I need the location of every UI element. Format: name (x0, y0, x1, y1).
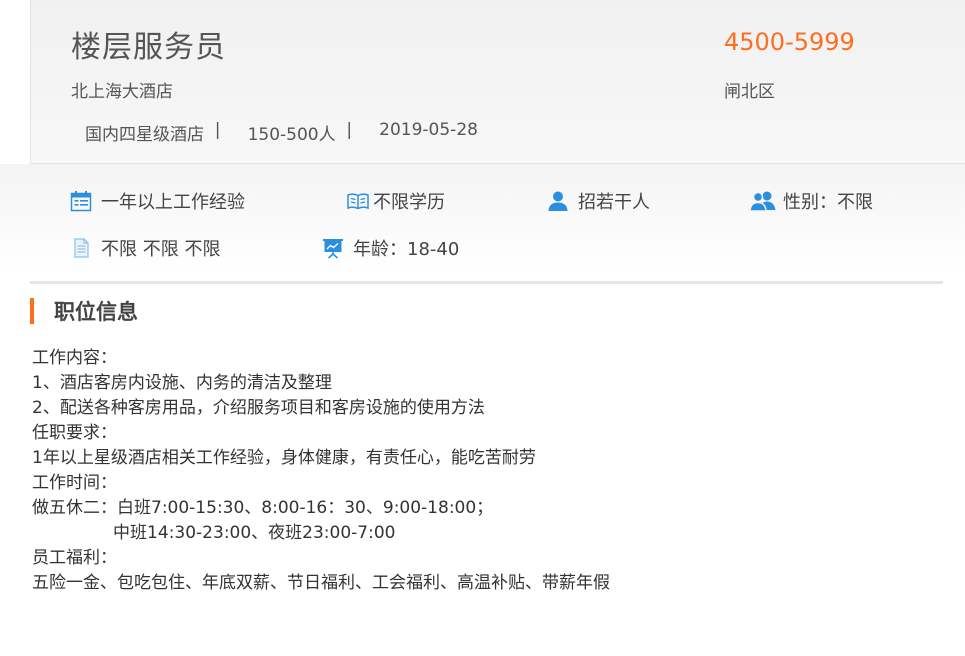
job-header-card: 楼层服务员 4500-5999 北上海大酒店 闸北区 国内四星级酒店 | 150… (30, 0, 965, 164)
calendar-icon (70, 190, 92, 212)
company-meta-row: 国内四星级酒店 | 150-500人 | 2019-05-28 (85, 120, 478, 145)
description-line: 五险一金、包吃包住、年底双薪、节日福利、工会福利、高温补贴、带薪年假 (32, 573, 610, 593)
education-label: 不限学历 (373, 192, 445, 213)
description-line: 员工福利： (32, 548, 117, 568)
description-line: 2、配送各种客房用品，介绍服务项目和客房设施的使用方法 (32, 398, 485, 418)
description-line: 工作内容： (32, 348, 117, 368)
person-icon (547, 190, 569, 212)
company-name[interactable]: 北上海大酒店 (71, 77, 173, 102)
description-line: 中班14:30-23:00、夜班23:00-7:00 (32, 523, 396, 543)
description-line: 做五休二：白班7:00-15:30、8:00-16：30、9:00-18:00； (32, 498, 494, 518)
requirement-experience: 一年以上工作经验 (70, 188, 245, 214)
job-description: 工作内容： 1、酒店客房内设施、内务的清洁及整理 2、配送各种客房用品，介绍服务… (32, 346, 932, 596)
requirement-gender: 性别：不限 (749, 188, 873, 214)
section-divider (30, 281, 943, 284)
description-line: 1年以上星级酒店相关工作经验，身体健康，有责任心，能吃苦耐劳 (32, 448, 536, 468)
company-size: 150-500人 (247, 125, 336, 145)
experience-label: 一年以上工作经验 (101, 192, 245, 213)
gender-label: 性别：不限 (783, 192, 873, 213)
other-requirements-label: 不限 不限 不限 (101, 239, 221, 260)
salary-range: 4500-5999 (724, 28, 855, 56)
company-type: 国内四星级酒店 (85, 125, 204, 145)
post-date: 2019-05-28 (379, 120, 478, 140)
book-icon (347, 190, 369, 212)
headcount-label: 招若干人 (578, 192, 650, 213)
description-line: 任职要求： (32, 423, 117, 443)
document-icon (70, 237, 92, 259)
requirement-age: 年龄：18-40 (322, 235, 459, 261)
description-line: 1、酒店客房内设施、内务的清洁及整理 (32, 373, 332, 393)
district-label: 闸北区 (724, 82, 775, 102)
section-accent-bar (30, 298, 34, 324)
requirements-band (0, 164, 965, 284)
meta-separator: | (335, 120, 380, 140)
description-line: 工作时间： (32, 473, 117, 493)
section-title: 职位信息 (54, 300, 138, 324)
presentation-icon (322, 237, 344, 259)
age-label: 年龄：18-40 (353, 239, 460, 260)
requirement-headcount: 招若干人 (547, 188, 650, 214)
requirement-other: 不限 不限 不限 (70, 235, 220, 261)
job-title: 楼层服务员 (71, 30, 226, 65)
requirement-education: 不限学历 (347, 188, 445, 214)
section-header: 职位信息 (30, 296, 138, 326)
people-icon (749, 190, 777, 212)
meta-separator: | (204, 120, 248, 140)
